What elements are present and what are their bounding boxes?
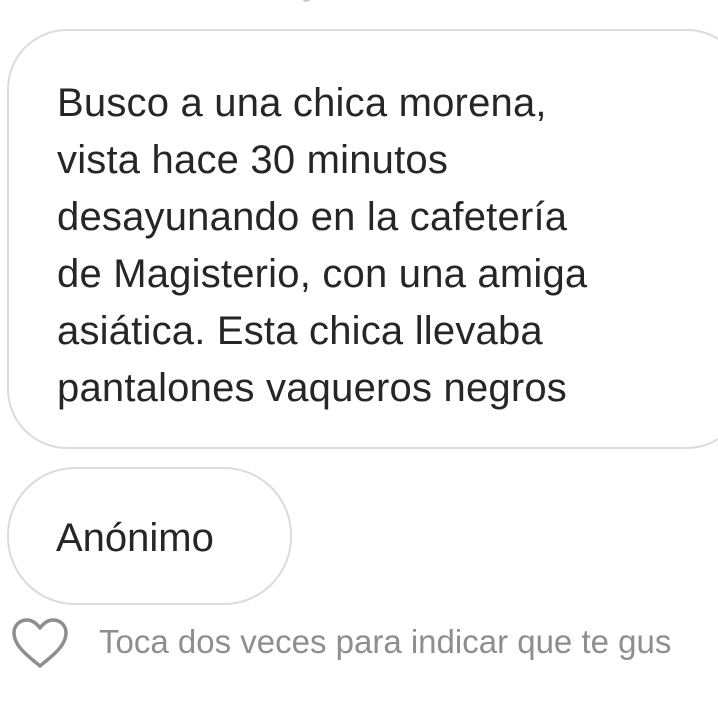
heart-outline-icon[interactable]	[10, 616, 70, 672]
previous-message-glyph	[300, 0, 311, 3]
sender-name: Anónimo	[56, 516, 214, 560]
message-line: desayunando en la cafetería	[57, 195, 568, 239]
message-text: Busco a una chica morena, vista hace 30 …	[57, 75, 717, 417]
double-tap-like-hint: Toca dos veces para indicar que te gus	[99, 623, 672, 660]
message-bubble[interactable]: Busco a una chica morena, vista hace 30 …	[7, 29, 718, 449]
message-line: pantalones vaqueros negros	[57, 366, 568, 410]
previous-message-fragment	[280, 0, 320, 4]
message-line: asiática. Esta chica llevaba	[57, 309, 543, 353]
message-line: de Magisterio, con una amiga	[57, 252, 588, 296]
sender-bubble[interactable]: Anónimo	[7, 467, 292, 605]
like-row[interactable]: Toca dos veces para indicar que te gus	[0, 612, 718, 672]
message-line: Busco a una chica morena,	[57, 81, 547, 125]
message-line: vista hace 30 minutos	[57, 138, 449, 182]
